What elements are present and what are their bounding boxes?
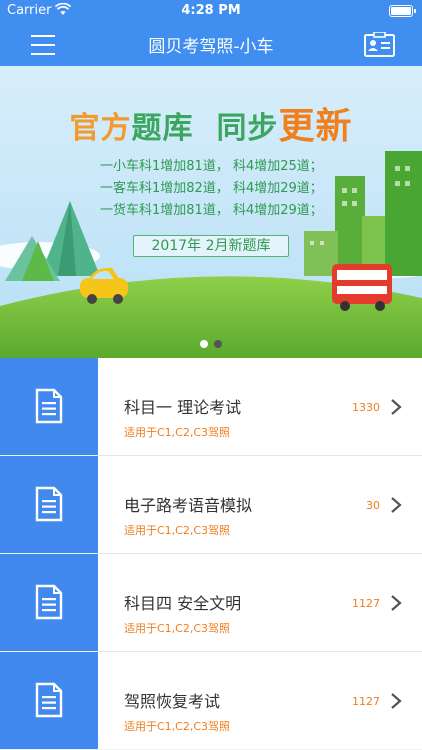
banner-update-line: 一小车科1增加81道， 科4增加25道； — [100, 159, 323, 174]
row-icon-tile — [0, 456, 98, 553]
subject-license-note: 适用于C1,C2,C3驾照 — [124, 426, 231, 439]
subject-title: 科目一 理论考试 — [124, 398, 242, 417]
list-item-subject-4[interactable]: 驾照恢复考试 适用于C1,C2,C3驾照 1127 — [0, 652, 422, 749]
id-card-button[interactable] — [364, 32, 395, 57]
promo-banner[interactable]: 官方题库 同步更新 一小车科1增加81道， 科4增加25道； 一客车科1增加82… — [0, 66, 422, 358]
list-item-subject-2[interactable]: 电子路考语音模拟 适用于C1,C2,C3驾照 30 — [0, 456, 422, 553]
row-icon-tile — [0, 358, 98, 455]
battery-icon — [389, 5, 416, 17]
row-icon-tile — [0, 554, 98, 651]
banner-headline: 官方题库 同步更新 — [0, 97, 422, 149]
headline-part4: 更新 — [278, 106, 353, 147]
row-icon-tile — [0, 652, 98, 749]
page-dot-inactive[interactable] — [200, 340, 208, 348]
chevron-right-icon — [391, 693, 402, 709]
subject-license-note: 适用于C1,C2,C3驾照 — [124, 720, 231, 733]
subject-title: 电子路考语音模拟 — [124, 496, 253, 515]
question-count: 1127 — [352, 695, 380, 708]
banner-update-line: 一客车科1增加82道， 科4增加29道； — [100, 181, 323, 196]
list-item-subject-1[interactable]: 科目一 理论考试 适用于C1,C2,C3驾照 1330 — [0, 358, 422, 455]
question-count: 1330 — [352, 401, 380, 414]
subject-license-note: 适用于C1,C2,C3驾照 — [124, 622, 231, 635]
list-item-subject-3[interactable]: 科目四 安全文明 适用于C1,C2,C3驾照 1127 — [0, 554, 422, 651]
document-icon — [35, 682, 63, 718]
banner-update-line: 一货车科1增加81道， 科4增加29道； — [100, 203, 323, 218]
status-time: 4:28 PM — [181, 3, 241, 18]
navigation-bar: 圆贝考驾照-小车 — [0, 22, 422, 66]
question-count: 30 — [366, 499, 380, 512]
subject-license-note: 适用于C1,C2,C3驾照 — [124, 524, 231, 537]
banner-date-label: 2017年 2月新题库 — [133, 235, 289, 257]
chevron-right-icon — [391, 497, 402, 513]
headline-part1: 官方 — [69, 111, 132, 146]
chevron-right-icon — [391, 399, 402, 415]
page-title: 圆贝考驾照-小车 — [148, 37, 274, 57]
top-bar: Carrier 4:28 PM 圆贝考驾照-小车 — [0, 0, 422, 66]
document-icon — [35, 486, 63, 522]
subject-title: 科目四 安全文明 — [124, 594, 242, 613]
headline-part3: 同步 — [216, 111, 279, 146]
document-icon — [35, 584, 63, 620]
subject-title: 驾照恢复考试 — [124, 692, 221, 711]
chevron-right-icon — [391, 595, 402, 611]
headline-part2: 题库 — [131, 111, 194, 146]
page-dot-active[interactable] — [214, 340, 222, 348]
document-icon — [35, 388, 63, 424]
status-bar: Carrier 4:28 PM — [0, 0, 422, 22]
question-count: 1127 — [352, 597, 380, 610]
